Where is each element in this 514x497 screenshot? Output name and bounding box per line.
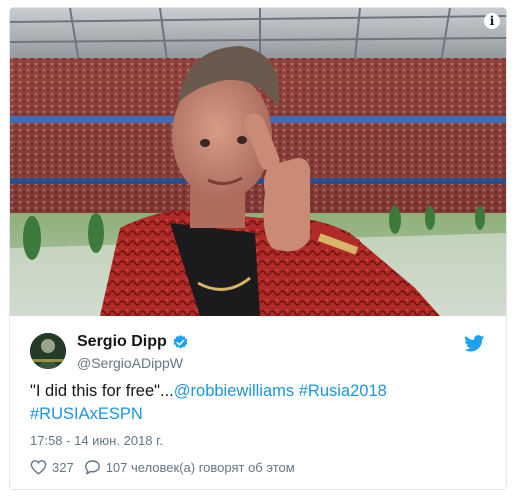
author-name-row[interactable]: Sergio Dipp — [77, 333, 189, 351]
reply-count: 107 человек(а) говорят об этом — [105, 459, 295, 475]
hashtag-link[interactable]: #Rusia2018 — [299, 382, 387, 400]
tweet-actions: 327 107 человек(а) говорят об этом — [30, 459, 295, 475]
tweet-quote: "I did this for free"... — [30, 382, 174, 400]
mention-link[interactable]: @robbiewilliams — [174, 382, 294, 400]
tweet-card: i Sergio Dipp @SergioADippW "I did this … — [9, 7, 507, 490]
author-handle[interactable]: @SergioADippW — [77, 355, 183, 371]
tweet-timestamp[interactable]: 17:58 - 14 июн. 2018 г. — [30, 433, 163, 448]
verified-badge-icon — [173, 334, 188, 349]
twitter-bird-icon[interactable] — [464, 335, 485, 352]
speech-bubble-icon — [84, 460, 100, 475]
info-icon[interactable]: i — [484, 13, 500, 29]
avatar-image — [30, 333, 66, 369]
hashtag-link[interactable]: #RUSIAxESPN — [30, 405, 143, 423]
stadium-photo — [10, 8, 506, 316]
tweet-photo[interactable]: i — [10, 8, 506, 316]
author-name[interactable]: Sergio Dipp — [77, 333, 167, 351]
like-count: 327 — [52, 459, 74, 475]
tweet-text: "I did this for free"...@robbiewilliams … — [30, 380, 490, 426]
avatar[interactable] — [30, 333, 66, 369]
like-button[interactable]: 327 — [30, 459, 74, 475]
reply-button[interactable]: 107 человек(а) говорят об этом — [84, 459, 295, 475]
heart-icon — [30, 460, 47, 475]
